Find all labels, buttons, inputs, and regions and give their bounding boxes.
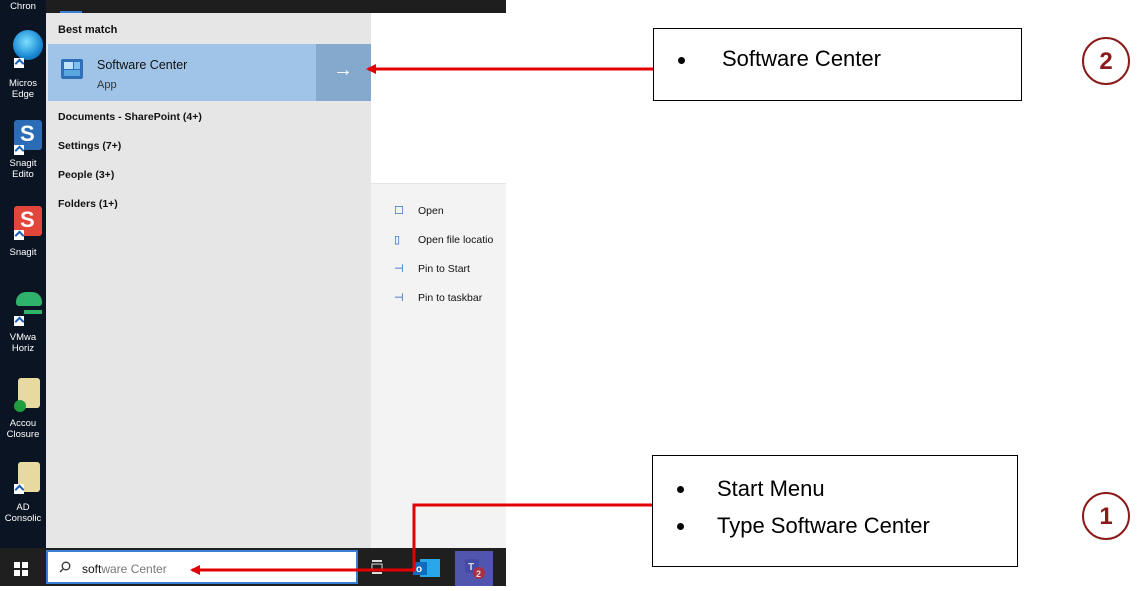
step-number-1: 1 xyxy=(1082,492,1130,540)
bullet-icon xyxy=(677,486,684,493)
bullet-icon xyxy=(678,57,685,64)
callout-item-type-software-center: Type Software Center xyxy=(717,513,930,538)
callout-item-software-center: Software Center xyxy=(722,46,881,71)
bullet-icon xyxy=(677,523,684,530)
step-number-2: 2 xyxy=(1082,37,1130,85)
callout-item-start-menu: Start Menu xyxy=(717,476,825,501)
callout-start-menu-steps xyxy=(652,455,1018,567)
